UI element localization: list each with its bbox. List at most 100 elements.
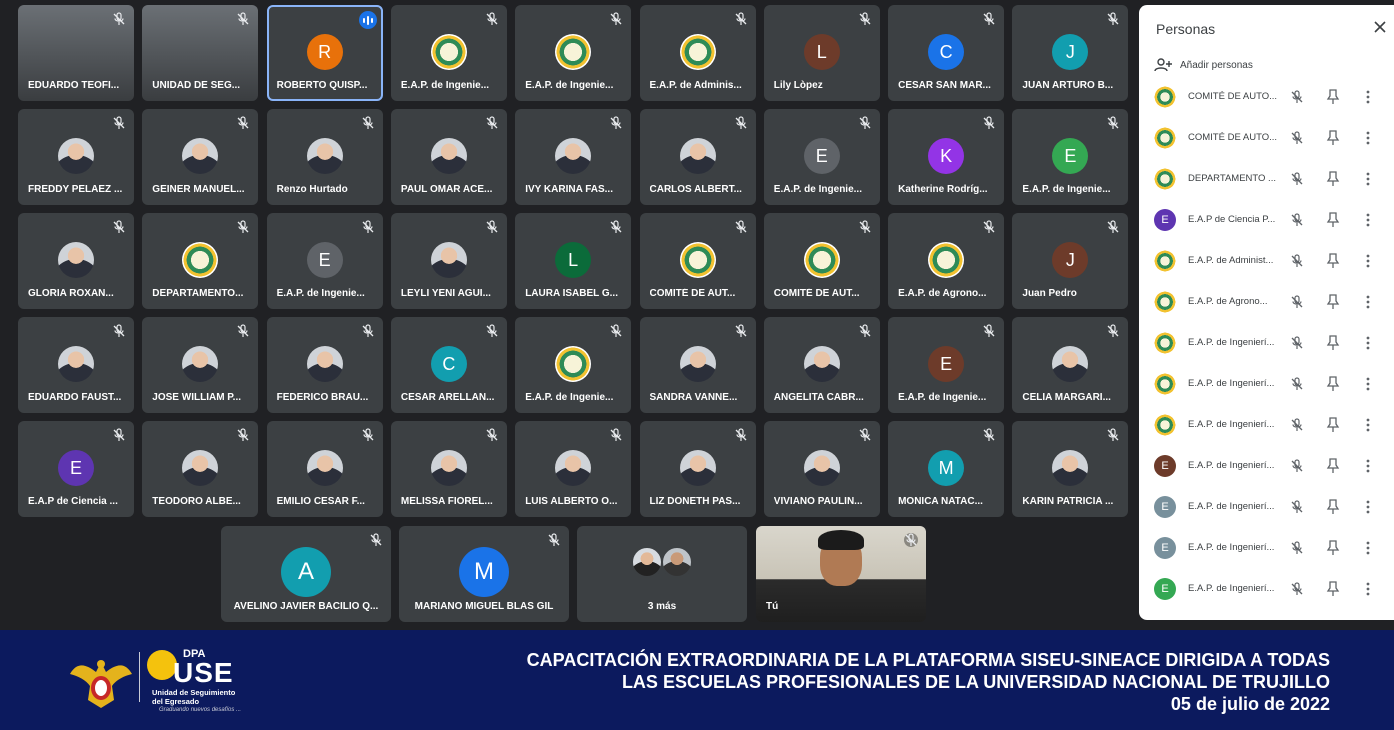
participant-tile[interactable]: ANGELITA CABR... bbox=[763, 317, 880, 413]
people-list-item[interactable]: E.A.P. de Ingenierí... bbox=[1139, 323, 1394, 364]
people-list-item[interactable]: E.A.P. de Administ... bbox=[1139, 241, 1394, 282]
participant-tile[interactable]: K Katherine Rodríg... bbox=[888, 109, 1005, 205]
participant-video-tile[interactable]: EDUARDO TEOFI... bbox=[18, 5, 134, 101]
participant-tile[interactable]: JOSE WILLIAM P... bbox=[142, 317, 259, 413]
people-list-item[interactable]: COMITÉ DE AUTO... bbox=[1139, 77, 1394, 118]
more-options-icon[interactable] bbox=[1362, 89, 1374, 105]
muted-mic-icon[interactable] bbox=[1290, 418, 1304, 432]
participant-tile[interactable]: MELISSA FIOREL... bbox=[390, 421, 507, 517]
muted-mic-icon[interactable] bbox=[1290, 541, 1304, 555]
participant-video-tile[interactable]: UNIDAD DE SEG... bbox=[142, 5, 259, 101]
participant-tile[interactable]: E.A.P. de Ingenie... bbox=[515, 317, 632, 413]
pin-icon[interactable] bbox=[1326, 253, 1340, 269]
participant-tile[interactable]: E.A.P. de Ingenie... bbox=[390, 5, 507, 101]
people-list-item[interactable]: E E.A.P. de Ingenierí... bbox=[1139, 487, 1394, 528]
muted-mic-icon[interactable] bbox=[1290, 131, 1304, 145]
participant-tile[interactable]: IVY KARINA FAS... bbox=[515, 109, 632, 205]
pin-icon[interactable] bbox=[1326, 458, 1340, 474]
participant-tile[interactable]: L LAURA ISABEL G... bbox=[515, 213, 632, 309]
pin-icon[interactable] bbox=[1326, 581, 1340, 597]
participant-tile[interactable]: M MARIANO MIGUEL BLAS GIL bbox=[399, 526, 569, 622]
muted-mic-icon[interactable] bbox=[1290, 172, 1304, 186]
participant-tile[interactable]: E E.A.P. de Ingenie... bbox=[763, 109, 880, 205]
pin-icon[interactable] bbox=[1326, 540, 1340, 556]
more-options-icon[interactable] bbox=[1362, 458, 1374, 474]
people-list-item[interactable]: DEPARTAMENTO ... bbox=[1139, 159, 1394, 200]
more-options-icon[interactable] bbox=[1362, 171, 1374, 187]
more-options-icon[interactable] bbox=[1362, 376, 1374, 392]
people-list-item[interactable]: COMITÉ DE AUTO... bbox=[1139, 118, 1394, 159]
more-options-icon[interactable] bbox=[1362, 417, 1374, 433]
more-options-icon[interactable] bbox=[1362, 335, 1374, 351]
muted-mic-icon[interactable] bbox=[1290, 295, 1304, 309]
pin-icon[interactable] bbox=[1326, 130, 1340, 146]
participant-tile[interactable]: E E.A.P. de Ingenie... bbox=[888, 317, 1005, 413]
people-list-item[interactable]: E E.A.P. de Ingenierí... bbox=[1139, 569, 1394, 610]
participant-tile[interactable]: VIVIANO PAULIN... bbox=[763, 421, 880, 517]
participant-tile[interactable]: R ROBERTO QUISP... bbox=[266, 5, 383, 101]
people-list-item[interactable]: E E.A.P de Ciencia P... bbox=[1139, 200, 1394, 241]
participant-tile[interactable]: LIZ DONETH PAS... bbox=[639, 421, 756, 517]
pin-icon[interactable] bbox=[1326, 376, 1340, 392]
pin-icon[interactable] bbox=[1326, 294, 1340, 310]
people-list-item[interactable]: E.A.P. de Agrono... bbox=[1139, 282, 1394, 323]
participant-tile[interactable]: J JUAN ARTURO B... bbox=[1012, 5, 1129, 101]
participant-tile[interactable]: SANDRA VANNE... bbox=[639, 317, 756, 413]
muted-mic-icon[interactable] bbox=[1290, 582, 1304, 596]
participant-tile[interactable]: COMITÉ DE AUT... bbox=[763, 213, 880, 309]
participant-tile[interactable]: FEDERICO BRAU... bbox=[266, 317, 383, 413]
participant-tile[interactable]: EMILIO CESAR F... bbox=[266, 421, 383, 517]
participant-tile[interactable]: COMITÉ DE AUT... bbox=[639, 213, 756, 309]
more-options-icon[interactable] bbox=[1362, 540, 1374, 556]
more-options-icon[interactable] bbox=[1362, 499, 1374, 515]
close-icon[interactable] bbox=[1372, 19, 1388, 35]
participant-tile[interactable]: EDUARDO FAUST... bbox=[18, 317, 134, 413]
participant-tile[interactable]: A AVELINO JAVIER BACILIO Q... bbox=[221, 526, 391, 622]
more-options-icon[interactable] bbox=[1362, 253, 1374, 269]
muted-mic-icon[interactable] bbox=[1290, 254, 1304, 268]
muted-mic-icon[interactable] bbox=[1290, 213, 1304, 227]
participant-tile[interactable]: GEINER MANUEL... bbox=[142, 109, 259, 205]
participant-tile[interactable]: M MONICA NATAC... bbox=[888, 421, 1005, 517]
participant-tile[interactable]: CELIA MARGARI... bbox=[1012, 317, 1129, 413]
participant-tile[interactable]: E.A.P. de Agrono... bbox=[888, 213, 1005, 309]
participant-tile[interactable]: KARIN PATRICIA ... bbox=[1012, 421, 1129, 517]
participant-tile[interactable]: J Juan Pedro bbox=[1012, 213, 1129, 309]
muted-mic-icon[interactable] bbox=[1290, 377, 1304, 391]
participant-tile[interactable]: L Lily Lòpez bbox=[763, 5, 880, 101]
self-video-tile[interactable]: Tú bbox=[756, 526, 926, 622]
people-list-item[interactable]: E.A.P. de Ingenierí... bbox=[1139, 405, 1394, 446]
participant-tile[interactable]: E E.A.P de Ciencia ... bbox=[18, 421, 134, 517]
participant-tile[interactable]: E.A.P. de Ingenie... bbox=[515, 5, 632, 101]
participant-tile[interactable]: TEODORO ALBE... bbox=[142, 421, 259, 517]
participant-tile[interactable]: E E.A.P. de Ingenie... bbox=[266, 213, 383, 309]
participant-tile[interactable]: DEPARTAMENTO... bbox=[142, 213, 259, 309]
pin-icon[interactable] bbox=[1326, 417, 1340, 433]
more-options-icon[interactable] bbox=[1362, 294, 1374, 310]
muted-mic-icon[interactable] bbox=[1290, 90, 1304, 104]
muted-mic-icon[interactable] bbox=[1290, 459, 1304, 473]
participant-tile[interactable]: E.A.P. de Adminis... bbox=[639, 5, 756, 101]
participant-tile[interactable]: C CESAR ARELLAN... bbox=[390, 317, 507, 413]
pin-icon[interactable] bbox=[1326, 335, 1340, 351]
participant-tile[interactable]: LUIS ALBERTO O... bbox=[515, 421, 632, 517]
participant-tile[interactable]: PAUL OMAR ACE... bbox=[390, 109, 507, 205]
participant-tile[interactable]: LEYLI YENI AGUI... bbox=[390, 213, 507, 309]
participant-tile[interactable]: CARLOS ALBERT... bbox=[639, 109, 756, 205]
more-options-icon[interactable] bbox=[1362, 581, 1374, 597]
pin-icon[interactable] bbox=[1326, 171, 1340, 187]
pin-icon[interactable] bbox=[1326, 499, 1340, 515]
more-participants-tile[interactable]: 3 más bbox=[577, 526, 747, 622]
people-list-item[interactable]: E E.A.P. de Ingenierí... bbox=[1139, 528, 1394, 569]
more-options-icon[interactable] bbox=[1362, 212, 1374, 228]
participant-tile[interactable]: E E.A.P. de Ingenie... bbox=[1012, 109, 1129, 205]
participant-tile[interactable]: GLORIA ROXAN... bbox=[18, 213, 134, 309]
pin-icon[interactable] bbox=[1326, 212, 1340, 228]
participant-tile[interactable]: Renzo Hurtado bbox=[266, 109, 383, 205]
people-list-item[interactable]: E E.A.P. de Ingenierí... bbox=[1139, 446, 1394, 487]
muted-mic-icon[interactable] bbox=[1290, 500, 1304, 514]
participant-tile[interactable]: FREDDY PELAEZ ... bbox=[18, 109, 134, 205]
more-options-icon[interactable] bbox=[1362, 130, 1374, 146]
add-people-button[interactable]: Añadir personas bbox=[1154, 58, 1253, 72]
muted-mic-icon[interactable] bbox=[1290, 336, 1304, 350]
